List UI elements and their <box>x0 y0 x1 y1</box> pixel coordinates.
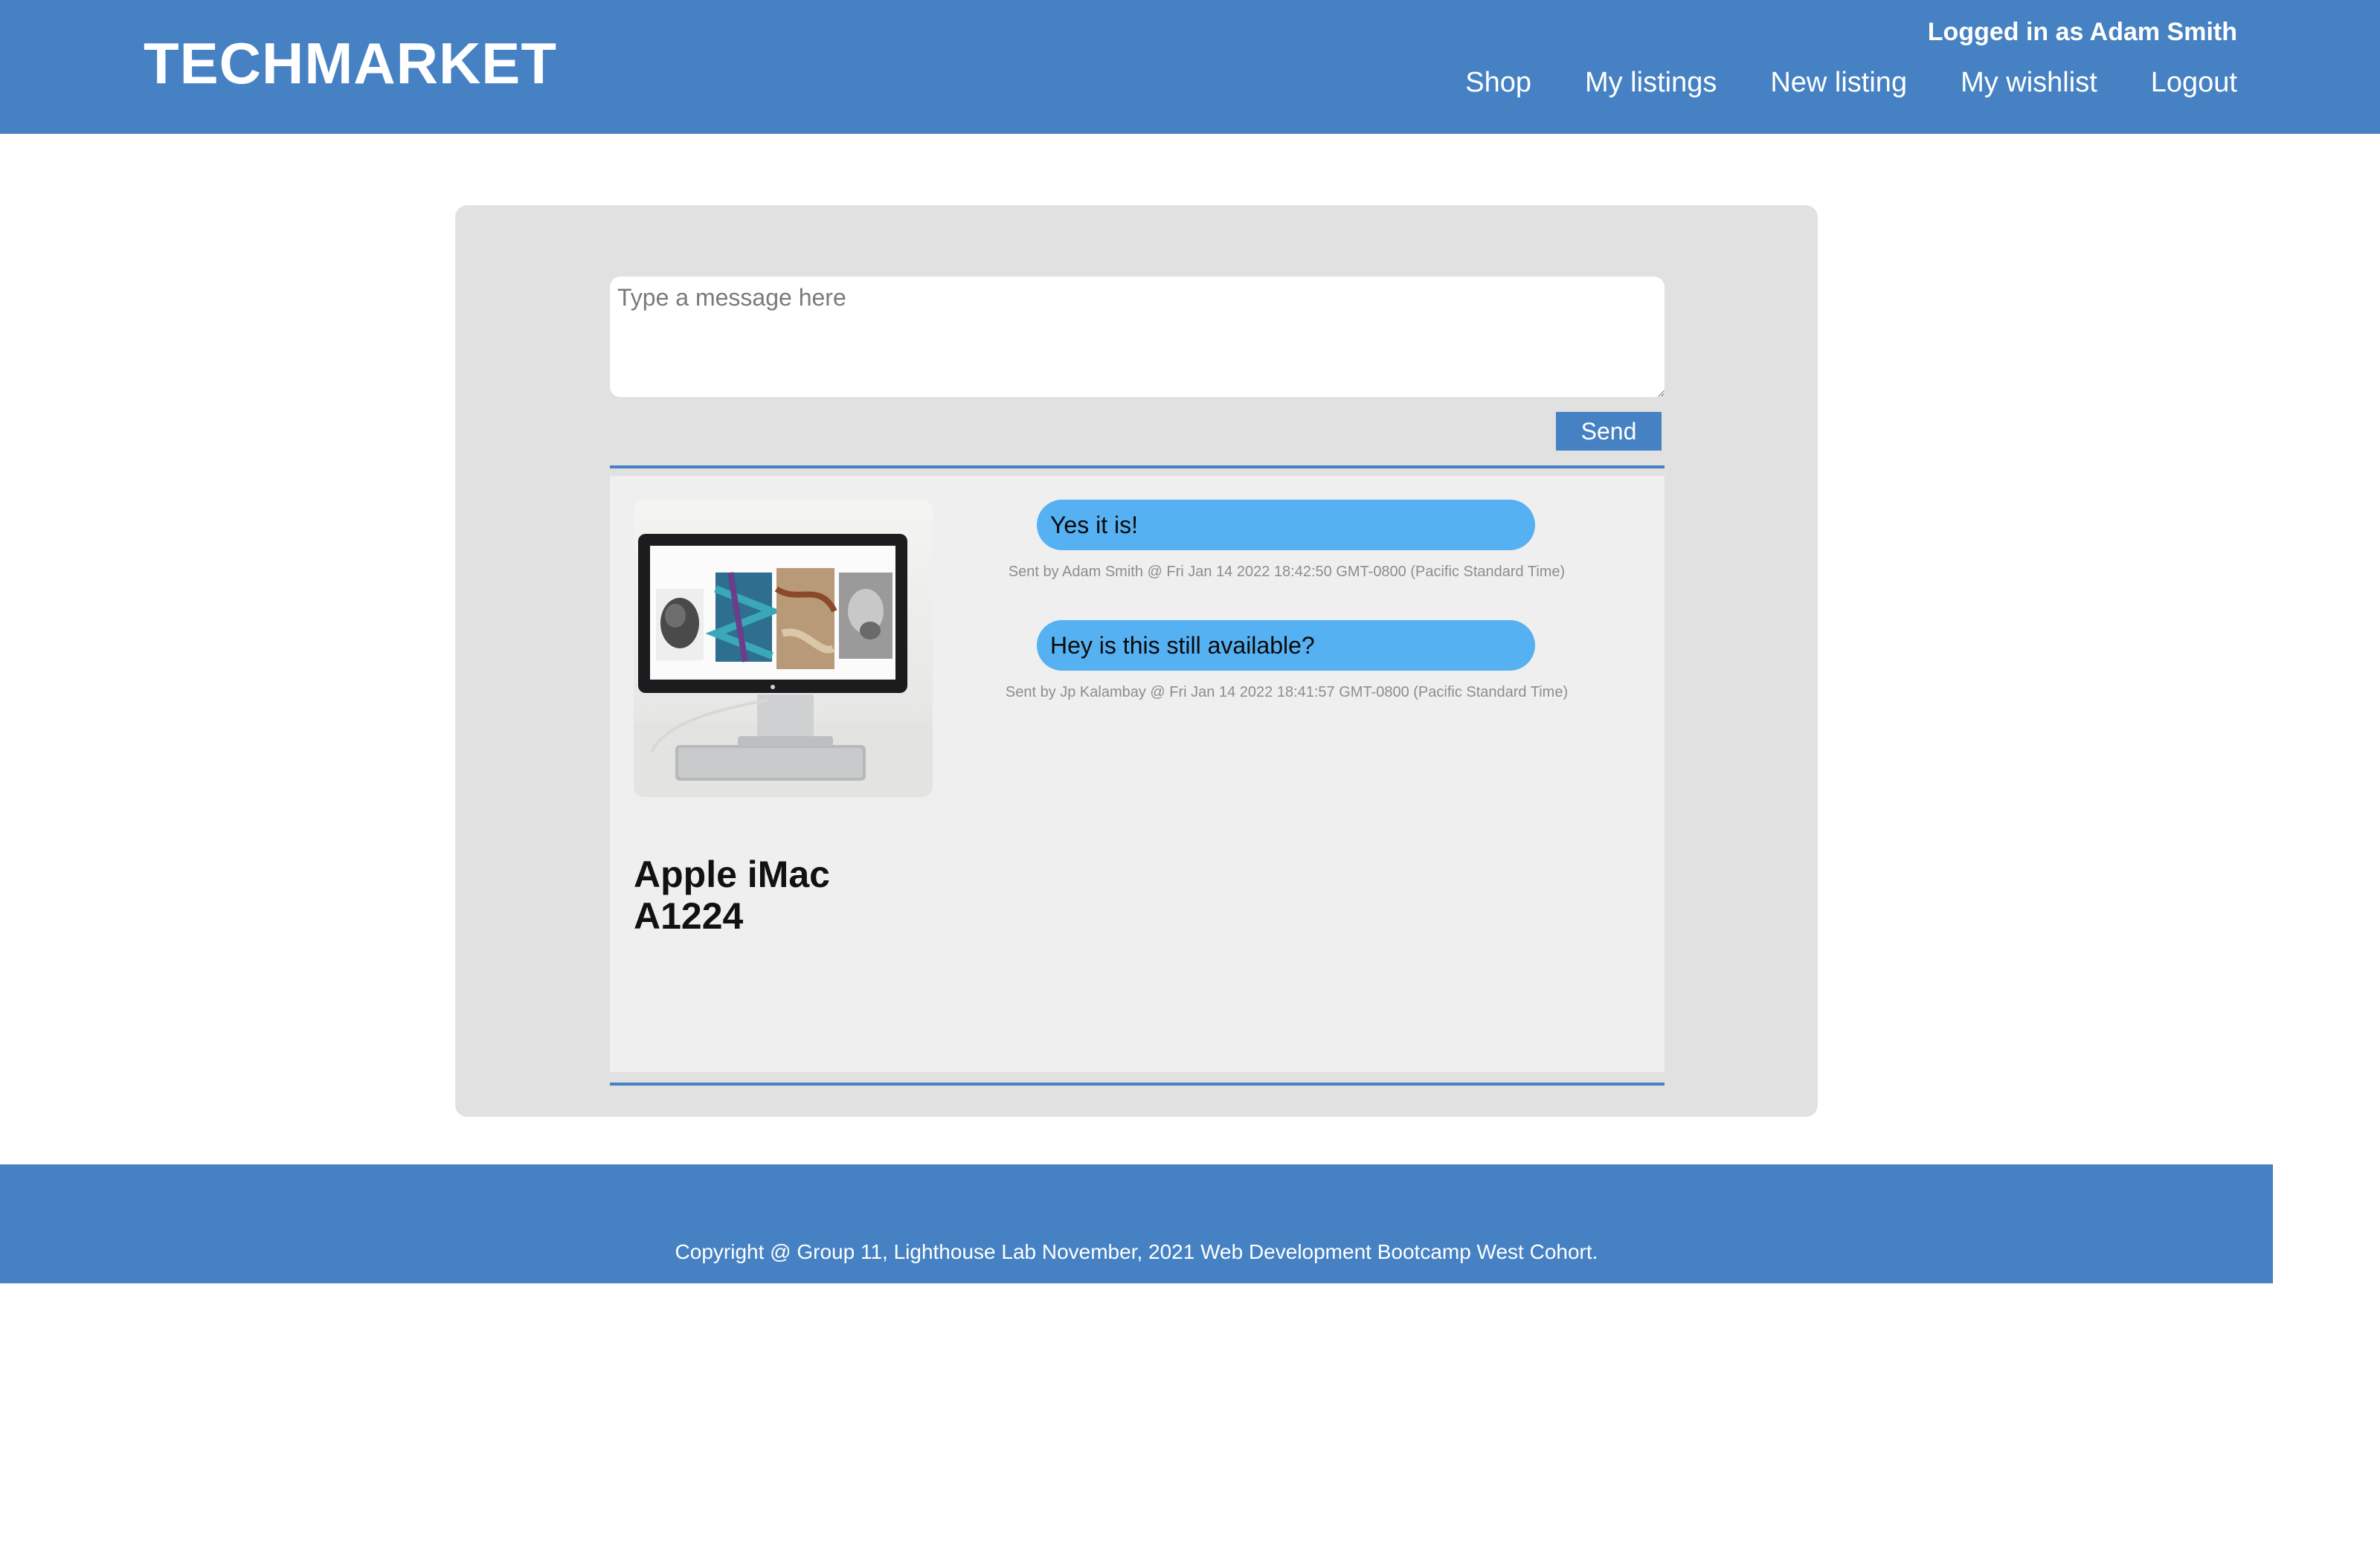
nav-shop[interactable]: Shop <box>1465 67 1531 99</box>
product-title-line: Apple iMac <box>634 853 830 895</box>
message-item: Hey is this still available? Sent by Jp … <box>997 620 1577 741</box>
message-item: Yes it is! Sent by Adam Smith @ Fri Jan … <box>997 500 1577 620</box>
site-footer: Copyright @ Group 11, Lighthouse Lab Nov… <box>0 1164 2273 1283</box>
main-nav: Shop My listings New listing My wishlist… <box>1465 67 2237 99</box>
message-meta: Sent by Jp Kalambay @ Fri Jan 14 2022 18… <box>1005 684 1569 700</box>
product-title-line: A1224 <box>634 894 744 937</box>
top-divider <box>610 465 1665 468</box>
login-status: Logged in as Adam Smith <box>1927 18 2237 46</box>
message-meta: Sent by Adam Smith @ Fri Jan 14 2022 18:… <box>1008 564 1566 580</box>
bottom-divider <box>610 1083 1665 1086</box>
nav-my-wishlist[interactable]: My wishlist <box>1961 67 2097 99</box>
nav-my-listings[interactable]: My listings <box>1585 67 1717 99</box>
send-button[interactable]: Send <box>1556 412 1662 451</box>
product-title: Apple iMac A1224 <box>634 854 931 937</box>
message-bubble: Hey is this still available? <box>1037 620 1535 671</box>
message-input[interactable] <box>610 277 1665 397</box>
message-bubble: Yes it is! <box>1037 500 1535 550</box>
copyright-text: Copyright @ Group 11, Lighthouse Lab Nov… <box>675 1240 1598 1263</box>
nav-new-listing[interactable]: New listing <box>1770 67 1907 99</box>
chat-area: Apple iMac A1224 Yes it is! Sent by Adam… <box>610 476 1665 1072</box>
imac-photo-icon <box>634 534 933 797</box>
nav-logout[interactable]: Logout <box>2151 67 2237 99</box>
site-logo[interactable]: TECHMARKET <box>144 30 557 97</box>
site-header: TECHMARKET Logged in as Adam Smith Shop … <box>0 0 2380 134</box>
product-image <box>634 500 933 797</box>
conversation-card: Send <box>455 205 1818 1117</box>
message-list: Yes it is! Sent by Adam Smith @ Fri Jan … <box>997 500 1577 741</box>
